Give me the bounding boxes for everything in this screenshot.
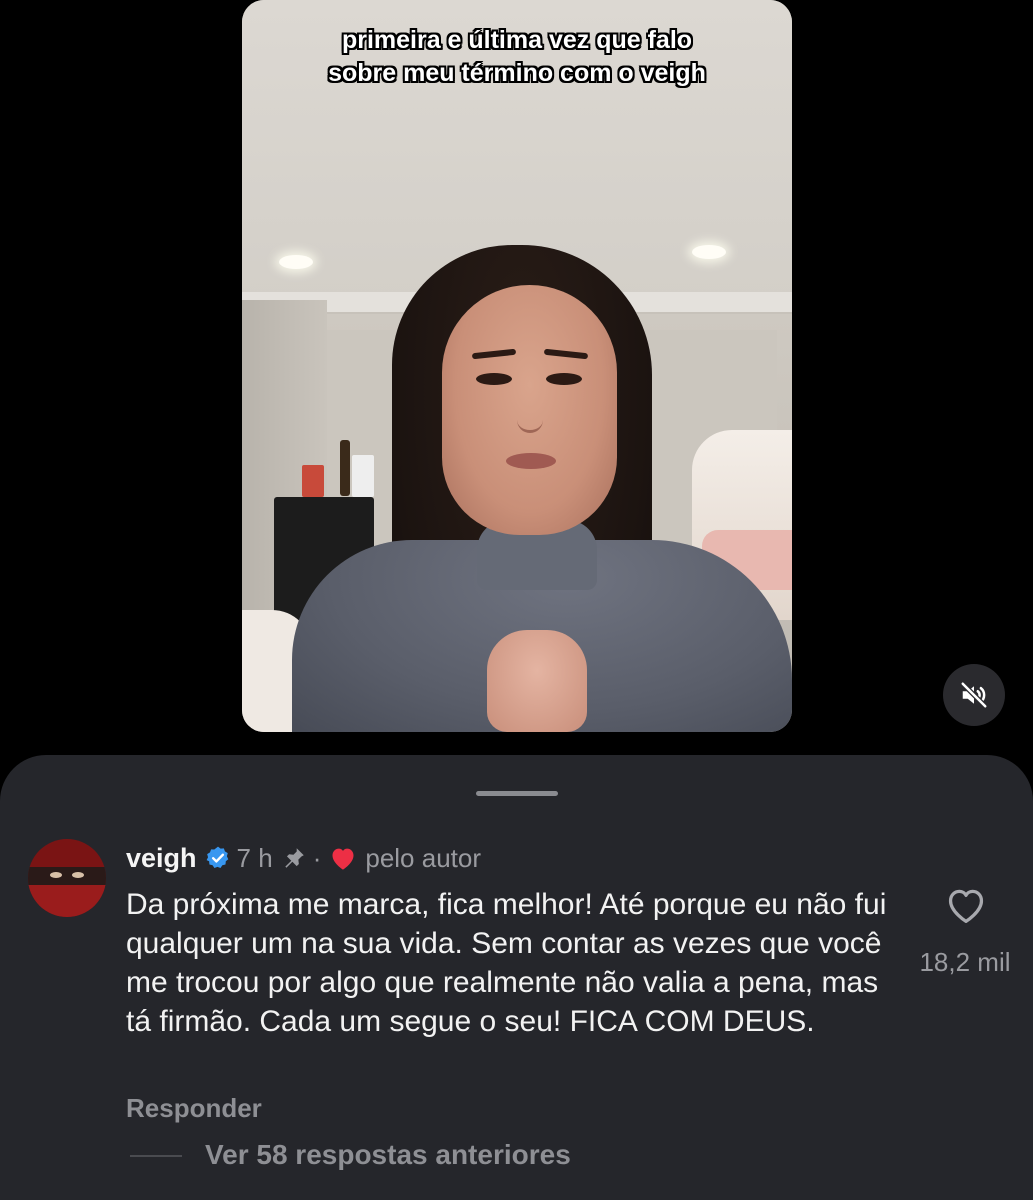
video-player[interactable]: primeira e última vez que falo sobre meu… xyxy=(242,0,792,732)
video-person xyxy=(242,0,792,732)
view-replies-button[interactable]: Ver 58 respostas anteriores xyxy=(205,1139,571,1171)
comment-username[interactable]: veigh xyxy=(126,843,197,874)
heart-filled-icon xyxy=(332,848,354,870)
reply-button[interactable]: Responder xyxy=(126,1093,262,1124)
like-button[interactable] xyxy=(944,885,988,925)
liked-by-author-label: pelo autor xyxy=(365,842,482,873)
pin-icon xyxy=(285,848,304,868)
mute-button[interactable] xyxy=(943,664,1005,726)
sheet-drag-handle[interactable] xyxy=(476,791,558,796)
comments-sheet: veigh 7 h · pelo autor Da próxima me mar… xyxy=(0,755,1033,1200)
comment-header: veigh 7 h · pelo autor xyxy=(126,841,481,875)
video-caption: primeira e última vez que falo sobre meu… xyxy=(328,26,706,87)
speaker-muted-icon xyxy=(960,681,988,709)
like-count: 18,2 mil xyxy=(919,947,1011,977)
verified-badge-icon xyxy=(206,846,228,868)
heart-outline-icon xyxy=(948,889,984,923)
separator-dot: · xyxy=(312,842,322,873)
comment-text: Da próxima me marca, fica melhor! Até po… xyxy=(126,888,887,1038)
avatar[interactable] xyxy=(28,839,106,917)
comment-time: 7 h xyxy=(236,842,273,873)
replies-divider xyxy=(130,1155,182,1157)
